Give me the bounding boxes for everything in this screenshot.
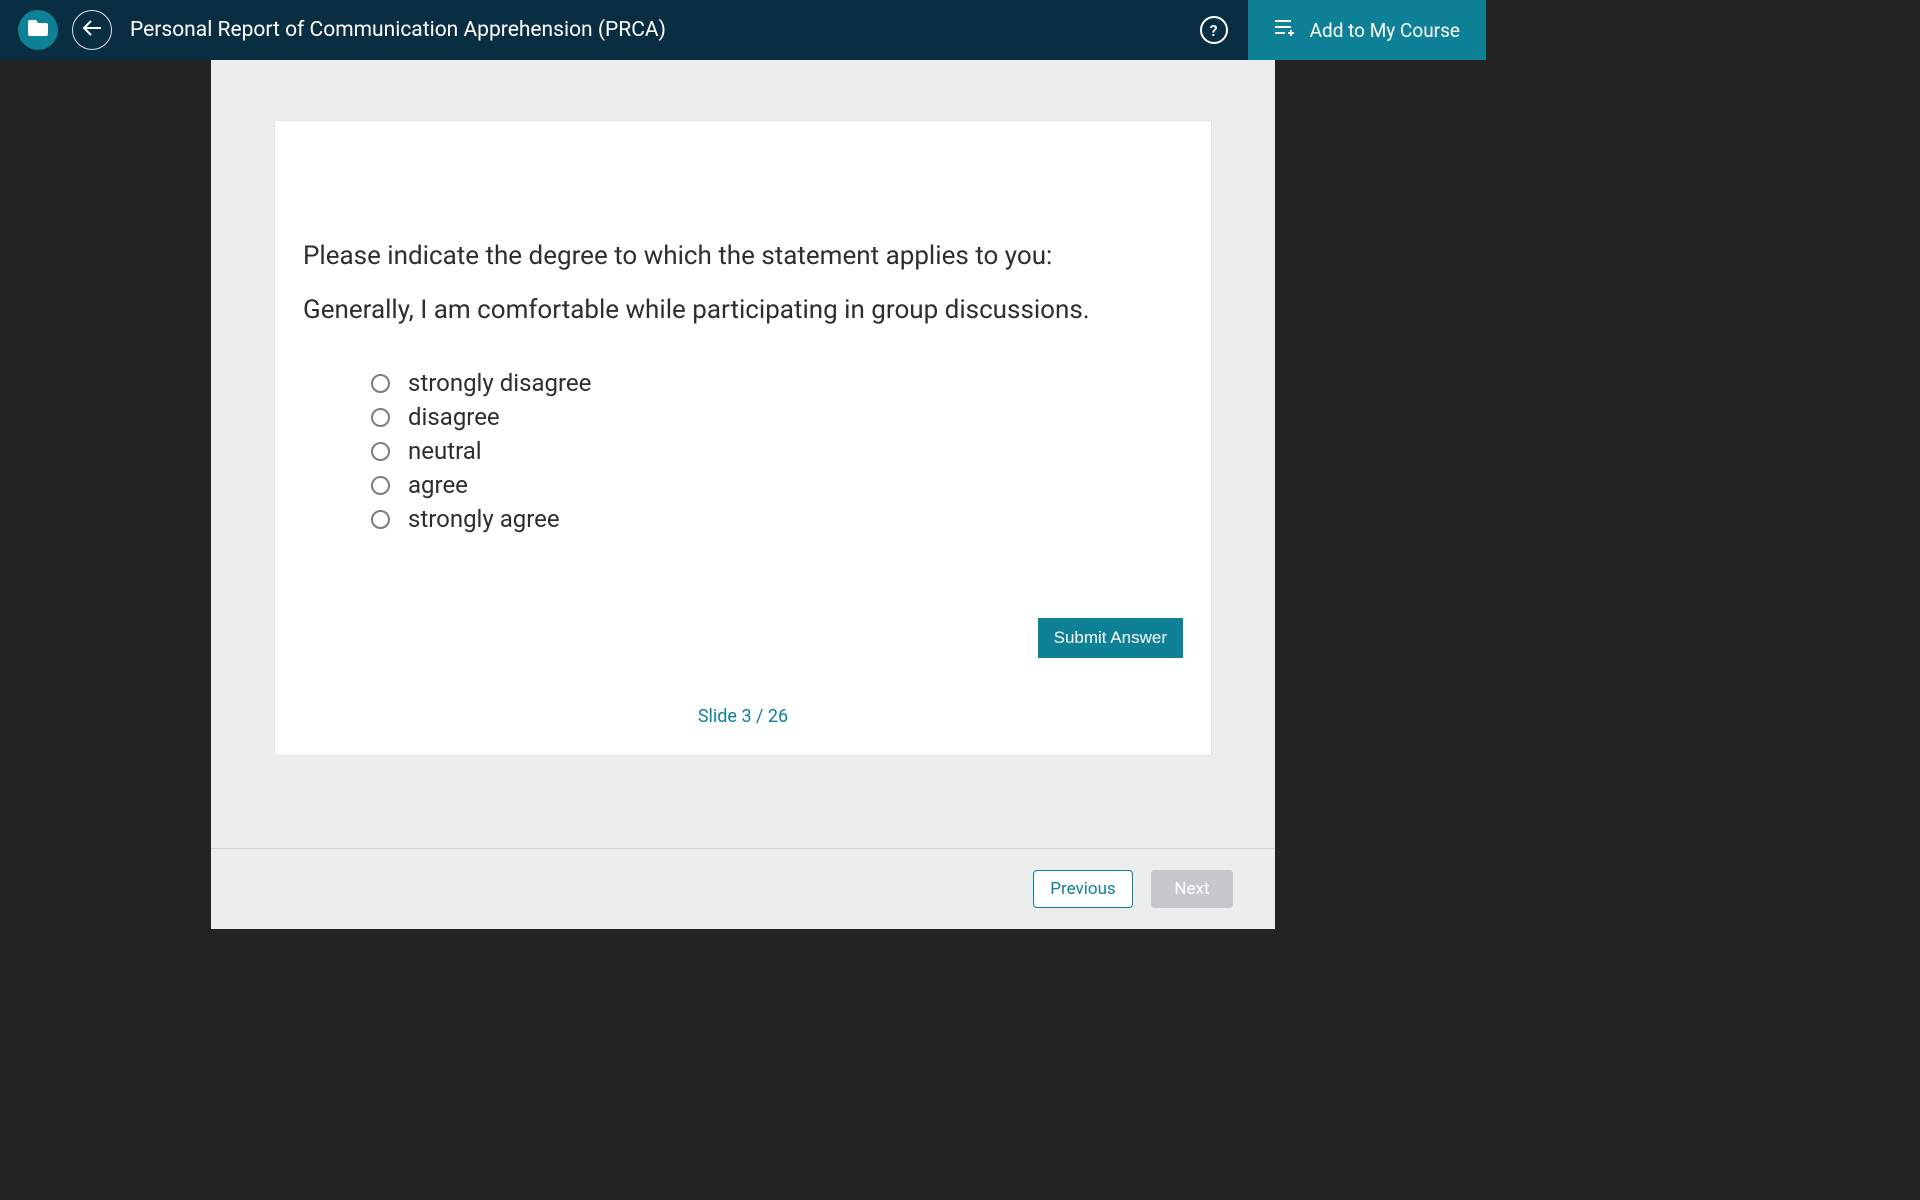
next-button[interactable]: Next [1151,870,1233,908]
slide-counter: Slide 3 / 26 [698,706,788,727]
option-agree[interactable]: agree [371,471,1183,499]
radio-icon [371,442,390,461]
help-button[interactable]: ? [1200,16,1228,44]
option-strongly-agree[interactable]: strongly agree [371,505,1183,533]
page-title: Personal Report of Communication Apprehe… [130,18,666,42]
add-to-course-button[interactable]: Add to My Course [1248,0,1486,60]
option-neutral[interactable]: neutral [371,437,1183,465]
radio-icon [371,476,390,495]
radio-icon [371,374,390,393]
arrow-left-icon [82,19,102,41]
card-footer: Submit Answer Slide 3 / 26 [303,618,1183,727]
option-strongly-disagree[interactable]: strongly disagree [371,369,1183,397]
header: Personal Report of Communication Apprehe… [0,0,1486,60]
previous-button[interactable]: Previous [1033,870,1133,908]
options-group: strongly disagree disagree neutral agree… [303,369,1183,539]
header-left: Personal Report of Communication Apprehe… [0,10,666,50]
question-statement: Generally, I am comfortable while partic… [303,295,1183,325]
header-right: ? Add to My Course [1200,0,1486,60]
folder-button[interactable] [18,10,58,50]
option-label: strongly agree [408,505,560,533]
option-disagree[interactable]: disagree [371,403,1183,431]
back-button[interactable] [72,10,112,50]
option-label: agree [408,471,468,499]
list-add-icon [1274,19,1296,42]
folder-icon [28,20,48,40]
option-label: neutral [408,437,482,465]
radio-icon [371,408,390,427]
question-prompt: Please indicate the degree to which the … [303,241,1183,271]
help-icon: ? [1210,21,1218,40]
content-scroll: Please indicate the degree to which the … [211,60,1275,849]
radio-icon [371,510,390,529]
question-card: Please indicate the degree to which the … [274,120,1212,756]
content-area: Please indicate the degree to which the … [211,60,1275,929]
nav-bar: Previous Next [211,849,1275,929]
option-label: strongly disagree [408,369,591,397]
submit-answer-button[interactable]: Submit Answer [1038,618,1183,658]
add-to-course-label: Add to My Course [1310,19,1460,42]
option-label: disagree [408,403,500,431]
